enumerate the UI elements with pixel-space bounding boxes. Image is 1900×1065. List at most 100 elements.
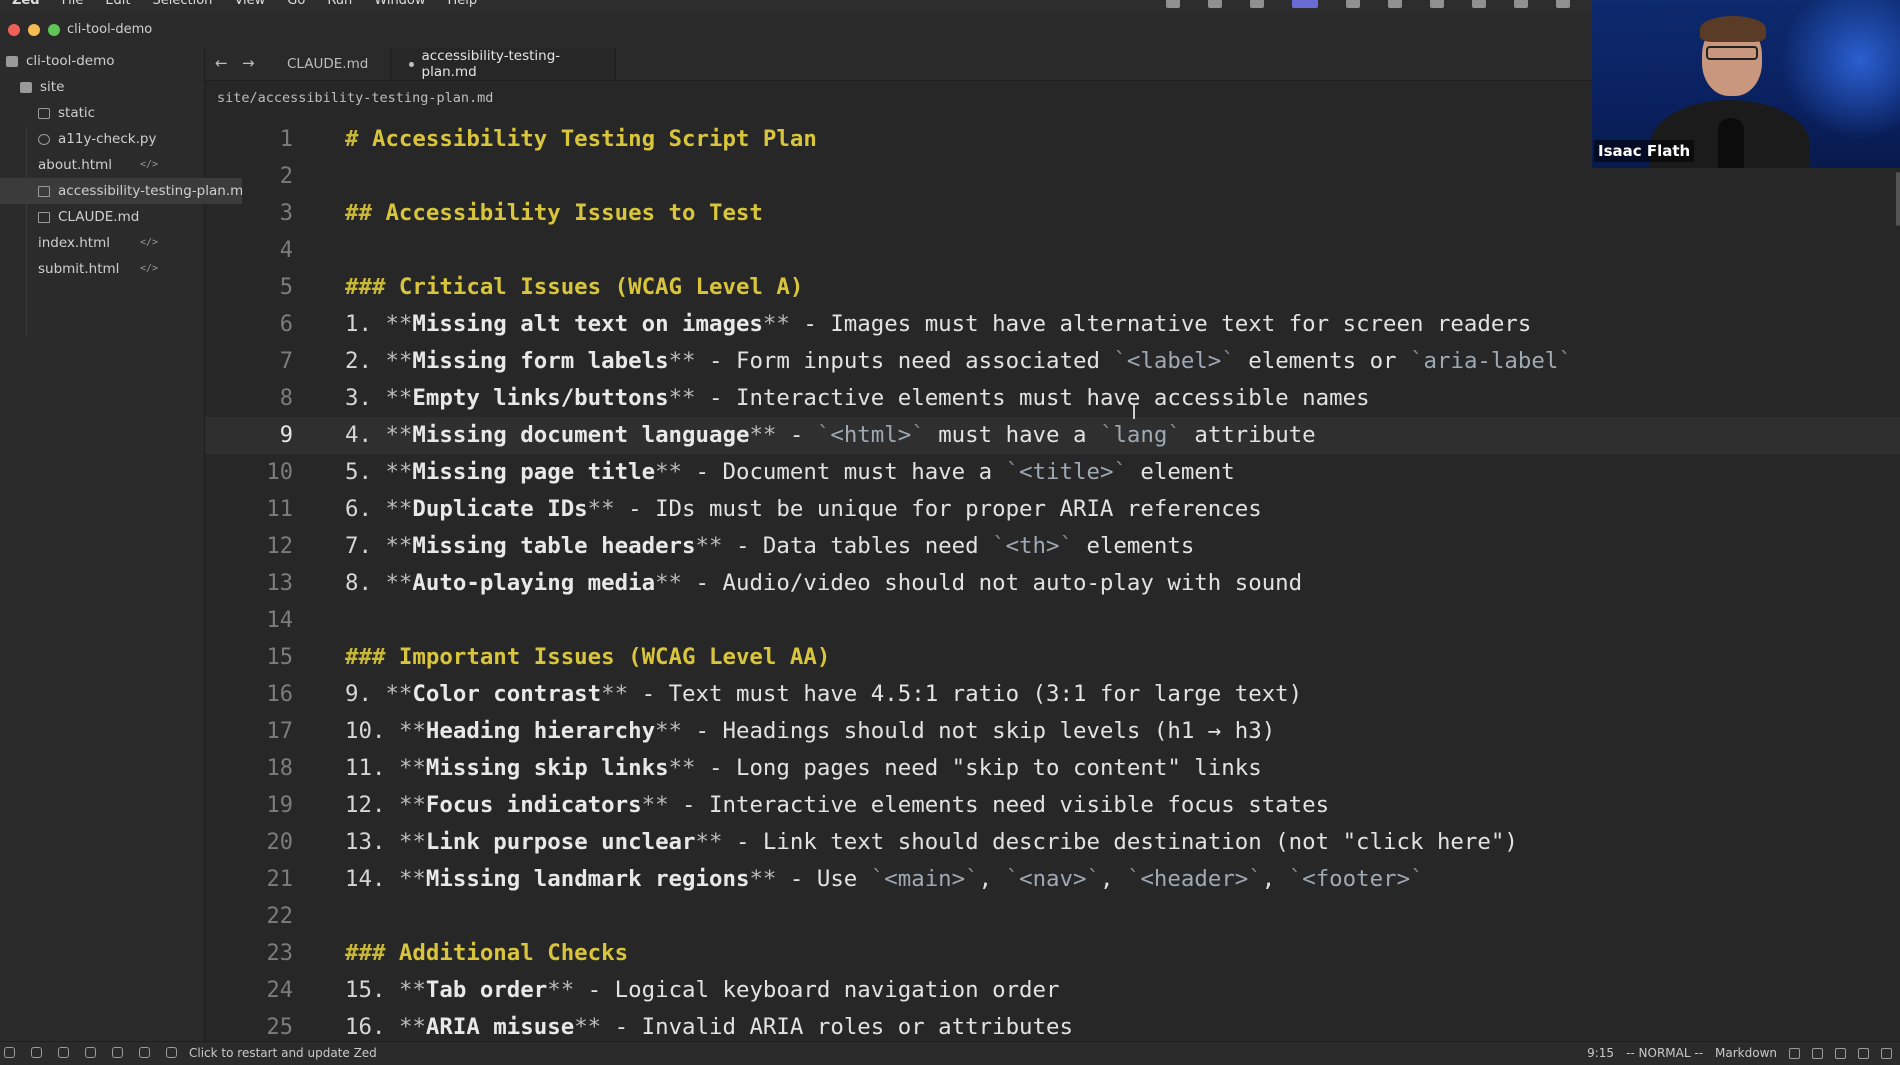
line-text[interactable]: 13. **Link purpose unclear** - Link text… (345, 824, 1518, 861)
code-file-icon: </> (140, 159, 159, 170)
editor-line[interactable]: 4 (205, 232, 1900, 269)
line-number: 14 (266, 608, 294, 633)
menu-item[interactable]: File (62, 0, 84, 8)
editor-line[interactable]: 3 ## Accessibility Issues to Test (205, 195, 1900, 232)
line-text[interactable]: 16. **ARIA misuse** - Invalid ARIA roles… (345, 1009, 1073, 1041)
status-icon[interactable] (1514, 0, 1528, 8)
cursor-position[interactable]: 9:15 (1587, 1046, 1614, 1060)
line-text[interactable]: ## Accessibility Issues to Test (345, 195, 763, 232)
debug-icon[interactable] (1835, 1047, 1846, 1059)
line-text[interactable]: 12. **Focus indicators** - Interactive e… (345, 787, 1329, 824)
line-text[interactable]: 4. **Missing document language** - `<htm… (345, 417, 1316, 454)
language-selector[interactable]: Markdown (1715, 1046, 1777, 1060)
editor-line[interactable]: 21 14. **Missing landmark regions** - Use… (205, 861, 1900, 898)
line-text[interactable]: ### Important Issues (WCAG Level AA) (345, 639, 830, 676)
editor-line[interactable]: 13 8. **Auto-playing media** - Audio/vide… (205, 565, 1900, 602)
line-text[interactable]: 9. **Color contrast** - Text must have 4… (345, 676, 1302, 713)
status-icon[interactable] (1388, 0, 1402, 8)
editor-line[interactable]: 17 10. **Heading hierarchy** - Headings s… (205, 713, 1900, 750)
status-icon[interactable] (1208, 0, 1222, 8)
menu-item[interactable]: Help (448, 0, 478, 8)
editor-line[interactable]: 15 ### Important Issues (WCAG Level AA) (205, 639, 1900, 676)
back-arrow-icon[interactable]: ← (215, 54, 228, 72)
editor-line[interactable]: 11 6. **Duplicate IDs** - IDs must be uni… (205, 491, 1900, 528)
status-icon[interactable] (1292, 0, 1318, 8)
assistant-icon[interactable] (1858, 1047, 1869, 1059)
folder-open-icon (20, 81, 32, 93)
line-text[interactable]: 7. **Missing table headers** - Data tabl… (345, 528, 1194, 565)
editor-line[interactable]: 18 11. **Missing skip links** - Long page… (205, 750, 1900, 787)
menu-item[interactable]: Zed (12, 0, 40, 8)
line-text[interactable]: 14. **Missing landmark regions** - Use `… (345, 861, 1424, 898)
editor-line[interactable]: 8 3. **Empty links/buttons** - Interactiv… (205, 380, 1900, 417)
search-icon[interactable] (112, 1047, 123, 1058)
tab-claude-md[interactable]: CLAUDE.md (269, 48, 391, 80)
update-message[interactable]: Click to restart and update Zed (189, 1046, 377, 1060)
line-text[interactable]: 1. **Missing alt text on images** - Imag… (345, 306, 1531, 343)
editor-line[interactable]: 7 2. **Missing form labels** - Form input… (205, 343, 1900, 380)
close-window-button[interactable] (8, 24, 20, 36)
status-icon[interactable] (1250, 0, 1264, 8)
tree-item-label: cli-tool-demo (26, 53, 115, 69)
editor-line[interactable]: 10 5. **Missing page title** - Document m… (205, 454, 1900, 491)
status-icon[interactable] (1472, 0, 1486, 8)
line-number: 9 (279, 423, 293, 448)
tree-item[interactable]: site (0, 74, 224, 100)
editor-line[interactable]: 14 (205, 602, 1900, 639)
line-text[interactable]: ### Additional Checks (345, 935, 628, 972)
status-icon[interactable] (1430, 0, 1444, 8)
status-icon[interactable] (1166, 0, 1180, 8)
project-title[interactable]: cli-tool-demo (67, 22, 152, 37)
editor-line[interactable]: 22 (205, 898, 1900, 935)
line-text[interactable]: # Accessibility Testing Script Plan (345, 121, 817, 158)
menu-item[interactable]: Run (327, 0, 352, 8)
line-text[interactable]: 10. **Heading hierarchy** - Headings sho… (345, 713, 1275, 750)
line-text[interactable]: 6. **Duplicate IDs** - IDs must be uniqu… (345, 491, 1262, 528)
tree-item-label: static (58, 105, 96, 121)
menu-item[interactable]: Go (287, 0, 305, 8)
menu-item[interactable]: Edit (105, 0, 130, 8)
editor-line[interactable]: 19 12. **Focus indicators** - Interactive… (205, 787, 1900, 824)
diagnostics-icon[interactable] (139, 1047, 150, 1058)
scrollbar-thumb[interactable] (1896, 172, 1900, 226)
menu-item[interactable]: View (234, 0, 265, 8)
terminal-icon[interactable] (1812, 1047, 1823, 1059)
breadcrumb[interactable]: site/accessibility-testing-plan.md (217, 90, 493, 106)
status-icon[interactable] (1556, 0, 1570, 8)
menu-item[interactable]: Window (374, 0, 425, 8)
line-text[interactable]: 8. **Auto-playing media** - Audio/video … (345, 565, 1302, 602)
presenter-glasses (1706, 46, 1758, 60)
editor-line[interactable]: 5 ### Critical Issues (WCAG Level A) (205, 269, 1900, 306)
line-text[interactable]: 3. **Empty links/buttons** - Interactive… (345, 380, 1370, 417)
check-icon[interactable] (166, 1047, 177, 1058)
copilot-icon[interactable] (1789, 1047, 1800, 1059)
line-number: 24 (266, 978, 294, 1003)
line-text[interactable]: 15. **Tab order** - Logical keyboard nav… (345, 972, 1060, 1009)
editor-line[interactable]: 16 9. **Color contrast** - Text must have… (205, 676, 1900, 713)
editor-line[interactable]: 23 ### Additional Checks (205, 935, 1900, 972)
editor-line[interactable]: 25 16. **ARIA misuse** - Invalid ARIA rol… (205, 1009, 1900, 1041)
line-text[interactable]: 5. **Missing page title** - Document mus… (345, 454, 1235, 491)
editor-line[interactable]: 24 15. **Tab order** - Logical keyboard n… (205, 972, 1900, 1009)
notifications-icon[interactable] (1881, 1047, 1892, 1059)
editor-pane[interactable]: 1 # Accessibility Testing Script Plan 2 3 ##… (205, 120, 1900, 1041)
line-text[interactable]: 2. **Missing form labels** - Form inputs… (345, 343, 1572, 380)
outline-icon[interactable] (58, 1047, 69, 1058)
editor-line[interactable]: 12 7. **Missing table headers** - Data ta… (205, 528, 1900, 565)
menu-item[interactable]: Selection (153, 0, 213, 8)
tree-root[interactable]: cli-tool-demo (0, 48, 210, 74)
fullscreen-window-button[interactable] (48, 24, 60, 36)
status-icon[interactable] (1346, 0, 1360, 8)
forward-arrow-icon[interactable]: → (242, 54, 255, 72)
tab-accessibility-testing-plan[interactable]: accessibility-testing-plan.md (390, 48, 616, 80)
collab-icon[interactable] (85, 1047, 96, 1058)
line-text[interactable]: 11. **Missing skip links** - Long pages … (345, 750, 1262, 787)
editor-line[interactable]: 9 4. **Missing document language** - `<ht… (205, 417, 1900, 454)
editor-line[interactable]: 6 1. **Missing alt text on images** - Ima… (205, 306, 1900, 343)
panel-toggle-icon[interactable] (4, 1047, 15, 1058)
editor-line[interactable]: 20 13. **Link purpose unclear** - Link te… (205, 824, 1900, 861)
git-branch-icon[interactable] (31, 1047, 42, 1058)
line-number: 16 (266, 682, 294, 707)
line-text[interactable]: ### Critical Issues (WCAG Level A) (345, 269, 803, 306)
minimize-window-button[interactable] (28, 24, 40, 36)
